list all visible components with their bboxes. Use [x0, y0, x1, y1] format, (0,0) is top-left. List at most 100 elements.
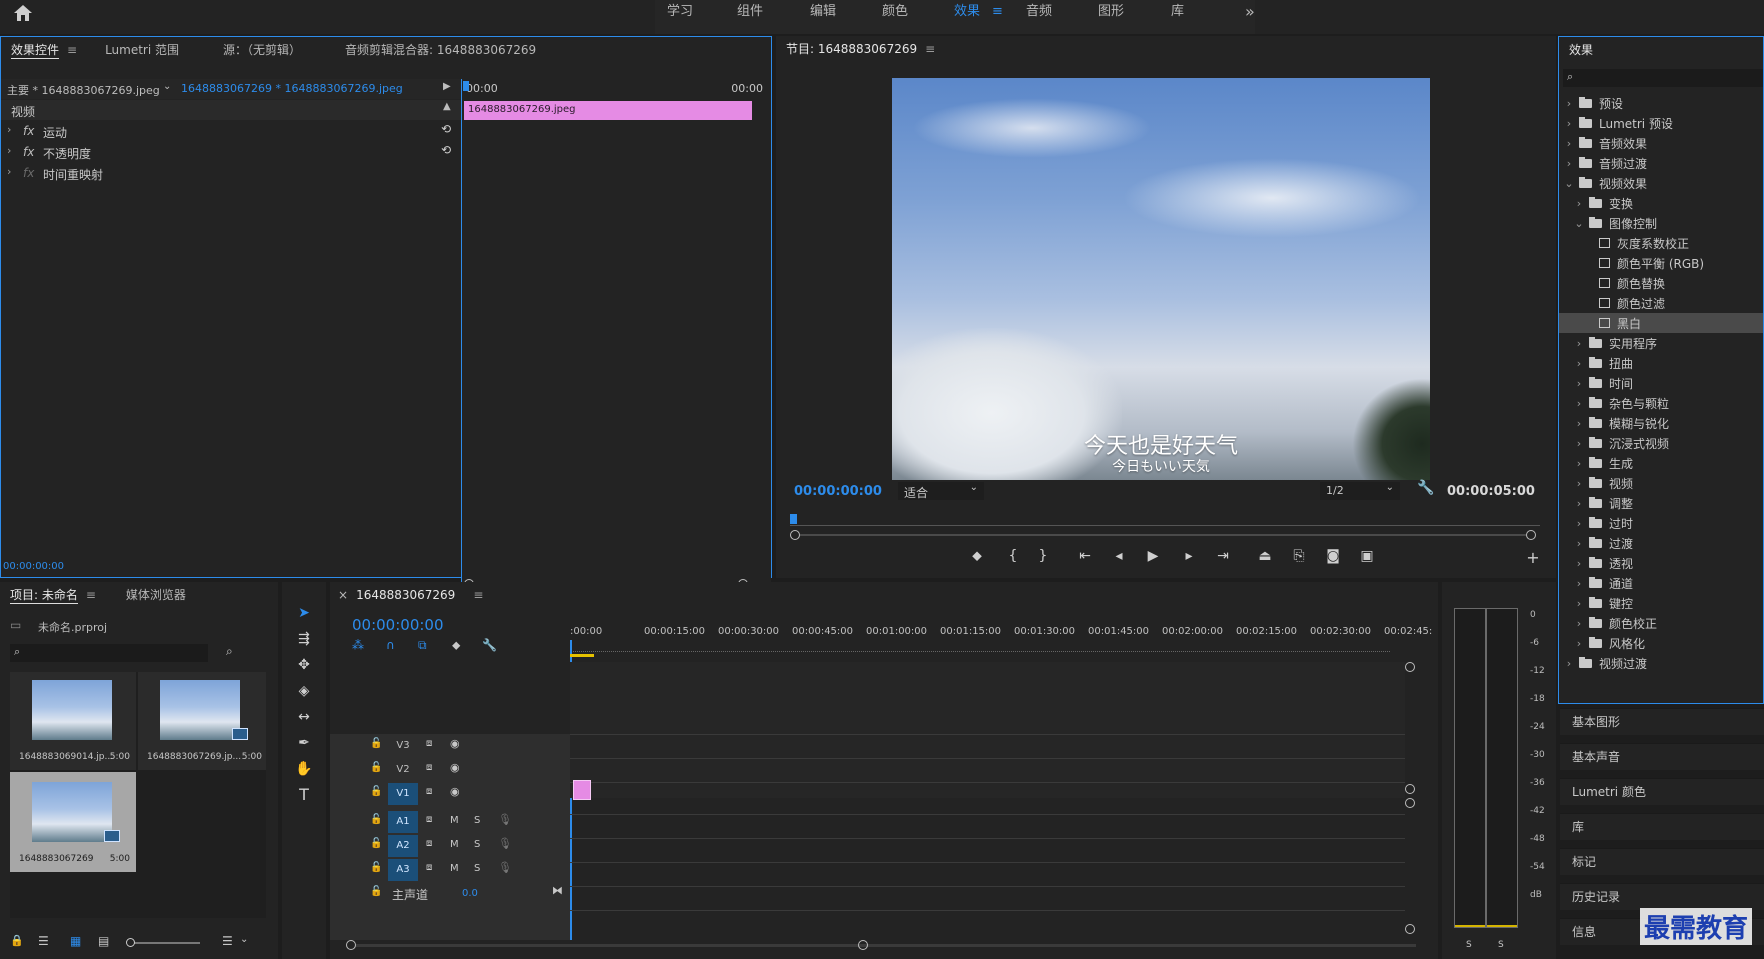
eye-icon[interactable]: ◉: [450, 737, 460, 750]
fx-icon[interactable]: fx: [23, 145, 34, 159]
workspace-audio[interactable]: 音频: [1026, 0, 1052, 30]
pen-tool-icon[interactable]: ✒: [293, 732, 315, 754]
effects-tree-item[interactable]: › 实用程序: [1559, 333, 1763, 353]
video-track-header[interactable]: 🔓 V3 ⧈ ◉: [330, 734, 570, 758]
tab-effects[interactable]: 效果: [1559, 37, 1603, 63]
workspace-effects[interactable]: 效果: [954, 0, 980, 30]
reset-icon[interactable]: ⟲: [441, 143, 451, 157]
go-to-out-icon[interactable]: ⇥: [1212, 548, 1234, 564]
wrench-icon[interactable]: 🔧: [1417, 480, 1434, 496]
tab-audio-clip-mixer[interactable]: 音频剪辑混合器: 1648883067269: [335, 37, 546, 63]
side-panel-item[interactable]: 库: [1560, 813, 1764, 840]
eye-icon[interactable]: ◉: [450, 785, 460, 798]
program-scrollbar[interactable]: [800, 534, 1526, 536]
mute-button[interactable]: M: [450, 815, 459, 826]
step-forward-icon[interactable]: ▸: [1178, 548, 1200, 564]
chevron-right-icon[interactable]: ›: [1573, 577, 1585, 590]
program-scroll-start[interactable]: [790, 530, 800, 540]
project-search-input[interactable]: ⌕: [10, 644, 208, 662]
project-item-selected[interactable]: 1648883067269 5:00: [10, 772, 136, 872]
program-scrub-ruler[interactable]: [790, 514, 1540, 526]
microphone-icon[interactable]: 🎙: [498, 861, 512, 874]
chevron-right-icon[interactable]: ›: [7, 165, 11, 178]
slip-tool-icon[interactable]: ↔: [293, 706, 315, 728]
lock-icon[interactable]: 🔓: [370, 862, 382, 873]
audio-track-header[interactable]: 🔓 A2 ⧈ M S 🎙: [330, 834, 570, 858]
effects-tree-item[interactable]: ⌄ 图像控制: [1559, 213, 1763, 233]
go-to-in-icon[interactable]: ⇤: [1074, 548, 1096, 564]
workspace-color[interactable]: 颜色: [882, 0, 908, 30]
effects-tree-item[interactable]: › 扭曲: [1559, 353, 1763, 373]
track-target-badge[interactable]: V1: [388, 783, 418, 805]
vertical-scroll-top[interactable]: [1405, 662, 1415, 672]
program-playhead[interactable]: [790, 514, 797, 524]
eye-icon[interactable]: ◉: [450, 761, 460, 774]
project-item[interactable]: 1648883067269.jp... 5:00: [138, 672, 266, 770]
workspace-graphics[interactable]: 图形: [1098, 0, 1124, 30]
side-panel-item[interactable]: 历史记录: [1560, 883, 1764, 910]
track-target-badge[interactable]: V3: [388, 735, 418, 757]
solo-left-button[interactable]: S: [1466, 940, 1472, 950]
workspace-effects-menu-icon[interactable]: ≡: [992, 0, 1003, 30]
tab-source[interactable]: 源：（无剪辑）: [213, 37, 311, 63]
add-marker-icon[interactable]: ⬥: [452, 638, 460, 653]
lock-icon[interactable]: 🔓: [370, 886, 382, 897]
horizontal-scroll-start[interactable]: [346, 940, 356, 950]
lock-icon[interactable]: 🔓: [370, 814, 382, 825]
panel-menu-icon[interactable]: ≡: [925, 42, 935, 56]
effects-tree-item[interactable]: 灰度系数校正: [1559, 233, 1763, 253]
timeline-clip-v1[interactable]: [573, 780, 591, 800]
icon-view-icon[interactable]: ▦: [70, 934, 81, 948]
tab-lumetri-scopes[interactable]: Lumetri 范围: [95, 37, 189, 63]
program-scroll-end[interactable]: [1526, 530, 1536, 540]
sort-icon[interactable]: ☰: [222, 934, 233, 948]
effects-tree-item[interactable]: 颜色替换: [1559, 273, 1763, 293]
audio-track-header[interactable]: 🔓 A3 ⧈ M S 🎙: [330, 858, 570, 882]
workspace-editing[interactable]: 编辑: [810, 0, 836, 30]
effects-tree-item[interactable]: › 生成: [1559, 453, 1763, 473]
chevron-right-icon[interactable]: ›: [1563, 657, 1575, 670]
effects-tree-item[interactable]: › 过时: [1559, 513, 1763, 533]
horizontal-scrollbar[interactable]: [356, 944, 1416, 947]
track-select-tool-icon[interactable]: ⇶: [293, 628, 315, 650]
chevron-right-icon[interactable]: ›: [1573, 457, 1585, 470]
track-target-badge[interactable]: V2: [388, 759, 418, 781]
effects-tree-item[interactable]: › 风格化: [1559, 633, 1763, 653]
chevron-right-icon[interactable]: ›: [1573, 637, 1585, 650]
effects-tree-item[interactable]: 颜色平衡 (RGB): [1559, 253, 1763, 273]
list-view-icon[interactable]: ☰: [38, 934, 49, 948]
reset-icon[interactable]: ⟲: [441, 122, 451, 136]
go-to-end-icon[interactable]: ⧓: [552, 884, 563, 897]
type-tool-icon[interactable]: T: [293, 784, 315, 806]
microphone-icon[interactable]: 🎙: [498, 813, 512, 826]
extract-icon[interactable]: ⎘: [1288, 548, 1310, 564]
lock-icon[interactable]: 🔓: [370, 762, 382, 773]
effects-tree-item[interactable]: › 过渡: [1559, 533, 1763, 553]
solo-button[interactable]: S: [474, 839, 480, 850]
effects-tree-item[interactable]: › 预设: [1559, 93, 1763, 113]
effects-tree-item[interactable]: › 变换: [1559, 193, 1763, 213]
selection-tool-icon[interactable]: ➤: [293, 602, 315, 624]
video-track-header[interactable]: 🔓 V2 ⧈ ◉: [330, 758, 570, 782]
work-area-bar[interactable]: [570, 654, 594, 657]
effects-tree-item[interactable]: › 视频过渡: [1559, 653, 1763, 673]
razor-tool-icon[interactable]: ◈: [293, 680, 315, 702]
fx-icon[interactable]: fx: [23, 124, 34, 138]
chevron-right-icon[interactable]: ›: [1563, 97, 1575, 110]
export-frame-icon[interactable]: ◙: [1322, 548, 1344, 564]
chevron-right-icon[interactable]: ›: [1573, 357, 1585, 370]
effect-timeline[interactable]: 00:00 00:00 1648883067269.jpeg: [461, 79, 771, 589]
panel-menu-icon[interactable]: ≡: [67, 43, 77, 57]
chevron-right-icon[interactable]: ›: [1573, 617, 1585, 630]
solo-button[interactable]: S: [474, 815, 480, 826]
playhead-marker[interactable]: [463, 81, 469, 91]
chevron-right-icon[interactable]: ›: [1573, 497, 1585, 510]
lock-icon[interactable]: 🔒: [10, 934, 24, 947]
property-time-remap[interactable]: › fx 时间重映射: [1, 163, 461, 183]
solo-button[interactable]: S: [474, 863, 480, 874]
button-editor-icon[interactable]: +: [1522, 548, 1544, 567]
vertical-scroll-bottom[interactable]: [1405, 924, 1415, 934]
side-panel-item[interactable]: Lumetri 颜色: [1560, 778, 1764, 805]
chevron-right-icon[interactable]: ›: [1573, 437, 1585, 450]
sync-lock-icon[interactable]: ⧈: [426, 814, 432, 825]
